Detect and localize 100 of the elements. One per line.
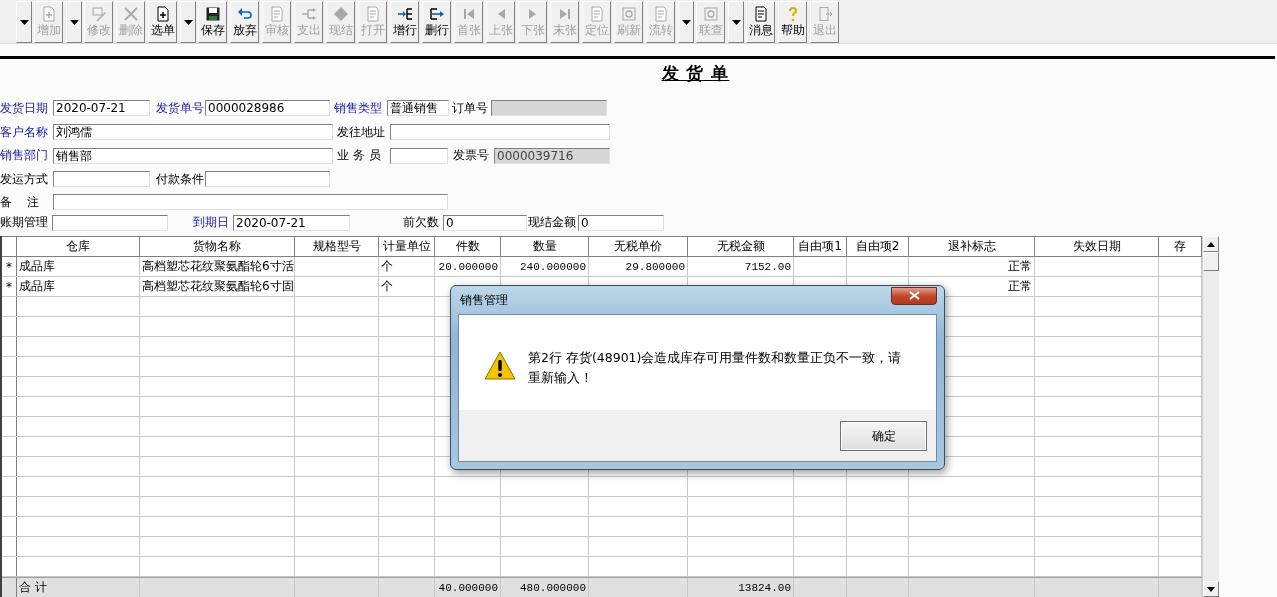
input-field[interactable]: 普通销售 [387,100,449,116]
field-label: 业 务 员 [337,147,382,164]
table-cell: 29.800000 [625,260,685,273]
field-label: 客户名称 [0,123,49,141]
column-header[interactable]: 自由项2 [855,238,900,255]
caret-icon [19,19,29,25]
input-field[interactable]: 销售部 [53,147,333,164]
field-label: 订单号 [452,99,489,117]
ok-button[interactable]: 确定 [840,421,927,451]
input-field[interactable]: 0 [578,214,664,231]
field-label: 销售部门 [0,147,49,164]
dropdown-button[interactable] [66,1,82,43]
field-label: 发货日期 [0,99,49,117]
table-cell: 成品库 [19,278,55,295]
input-field[interactable]: 0 [443,214,527,231]
diamond-icon [332,6,349,22]
field-label: 发票号 [453,147,490,164]
input-field[interactable]: 2020-07-21 [233,214,350,231]
column-header[interactable]: 无税单价 [614,238,662,255]
column-header[interactable]: 数量 [532,238,557,255]
document-icon [652,6,669,22]
field-label: 到期日 [193,214,230,231]
branch-arrow-icon [300,6,317,22]
dialog-title: 销售管理 [460,291,508,309]
toolbar-button[interactable]: 帮助 [778,1,807,43]
add-document-icon [40,6,57,22]
dropdown-button[interactable] [728,1,744,43]
document-icon [364,6,381,22]
input-field[interactable] [52,214,168,231]
document-icon [588,6,605,22]
totals-label: 合 计 [19,579,47,596]
close-button[interactable] [891,286,937,305]
column-header[interactable]: 失效日期 [1072,238,1121,255]
row-marker: * [6,279,12,294]
column-header[interactable]: 计量单位 [382,238,431,255]
delete-row-icon [428,6,445,22]
toolbar-button[interactable]: 选单 [148,1,177,43]
table-cell: 正常 [1008,258,1032,275]
column-header[interactable]: 退补标志 [947,238,996,255]
column-header[interactable]: 规格型号 [312,238,361,255]
table-cell: 7152.00 [744,260,791,273]
field-label: 现结金额 [528,214,577,231]
scroll-up-button[interactable] [1203,236,1219,252]
dialog-message: 第2行 存货(48901)会造成库存可用量件数和数量正负不一致，请重新输入！ [528,349,903,387]
dropdown-button[interactable] [16,1,32,43]
form-title: 发 货 单 [661,61,730,85]
table-cell: 成品库 [19,258,55,275]
input-field[interactable] [205,171,330,187]
table-cell: 个 [381,258,393,275]
caret-icon [731,19,741,25]
dropdown-button[interactable] [678,1,694,43]
scroll-thumb[interactable] [1203,252,1219,271]
insert-row-icon [396,6,413,22]
input-field[interactable]: 2020-07-21 [53,100,150,116]
field-label: 销售类型 [334,99,383,117]
table-cell: 13824.00 [738,581,791,594]
document-icon [752,6,769,22]
field-label: 前欠数 [403,214,440,231]
input-field[interactable] [390,124,610,140]
table-cell: 240.000000 [520,260,586,273]
input-field[interactable] [53,171,150,187]
toolbar-button[interactable]: 放弃 [230,1,259,43]
pencil-icon [90,6,107,22]
exit-door-icon [816,6,833,22]
table-cell: 40.000000 [438,581,498,594]
table-cell: 正常 [1008,278,1032,295]
column-header[interactable]: 件数 [455,238,480,255]
input-field[interactable]: 0000028986 [205,100,330,116]
dropdown-button[interactable] [180,1,196,43]
column-header[interactable]: 存 [1174,238,1186,255]
field-label: 发往地址 [337,123,386,141]
document-icon [268,6,285,22]
warning-icon [484,351,516,381]
column-header[interactable]: 仓库 [66,238,90,255]
toolbar-button[interactable]: 删行 [422,1,451,43]
cross-icon [122,6,139,22]
table-cell: 20.000000 [438,260,498,273]
toolbar-button[interactable]: 保存 [198,1,227,43]
caret-icon [69,19,79,25]
column-header[interactable]: 无税金额 [716,238,765,255]
caret-icon [681,19,691,25]
table-cell: 高档塑芯花纹聚氨酯轮6寸活 [142,258,294,275]
scrollbar[interactable] [1202,236,1219,597]
close-icon [908,291,920,300]
field-label: 发运方式 [0,170,49,188]
field-label: 发货单号 [156,99,205,117]
undo-arrow-icon [236,6,253,22]
field-label: 备 注 [0,193,41,211]
toolbar-button[interactable]: 消息 [746,1,775,43]
scroll-down-button[interactable] [1203,581,1219,597]
table-cell: 高档塑芯花纹聚氨酯轮6寸固 [142,278,294,295]
up-arrow-icon [1207,241,1215,247]
toolbar-button[interactable]: 增行 [390,1,419,43]
column-header[interactable]: 货物名称 [193,238,241,255]
input-field[interactable] [390,147,448,164]
field-label: 付款条件 [156,170,205,188]
table-cell: 480.000000 [520,581,586,594]
input-field[interactable]: 刘鸿儒 [53,124,333,140]
input-field[interactable] [53,194,448,210]
column-header[interactable]: 自由项1 [798,238,842,255]
